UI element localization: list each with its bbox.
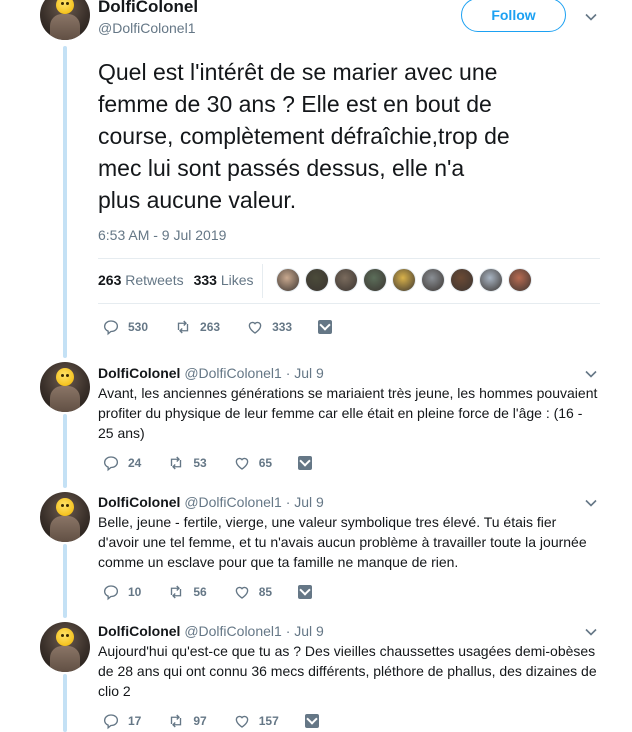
handle[interactable]: @DolfiColonel1: [184, 623, 281, 639]
reply-count: 530: [128, 320, 149, 334]
chevron-down-icon[interactable]: [585, 11, 597, 23]
chevron-down-icon[interactable]: [585, 368, 597, 380]
handle[interactable]: @DolfiColonel1: [98, 20, 195, 36]
liker-avatar[interactable]: [479, 268, 503, 292]
engagement-stats: 263 Retweets 333 Likes: [98, 272, 254, 288]
reply-icon: [103, 585, 119, 601]
avatar[interactable]: [40, 492, 90, 542]
heart-icon: [235, 457, 249, 470]
liker-avatar[interactable]: [276, 268, 300, 292]
likers-avatars: [276, 268, 532, 292]
liker-avatar[interactable]: [305, 268, 329, 292]
handle[interactable]: @DolfiColonel1: [184, 365, 281, 381]
tweet-actions: 530 263 333: [102, 318, 333, 336]
chevron-down-icon[interactable]: [585, 626, 597, 638]
tweet-date[interactable]: · Jul 9: [286, 494, 324, 510]
retweet-count: 56: [193, 585, 207, 599]
like-action[interactable]: 333: [246, 318, 292, 336]
tweet-actions: 24 53 65: [102, 454, 313, 472]
like-action[interactable]: 65: [233, 454, 272, 472]
reply-count: 17: [128, 714, 142, 728]
retweet-action[interactable]: 53: [167, 454, 207, 472]
liker-avatar[interactable]: [450, 268, 474, 292]
display-name[interactable]: DolfiColonel: [98, 0, 198, 17]
reply-action[interactable]: 24: [102, 454, 141, 472]
tweet-date[interactable]: · Jul 9: [286, 623, 324, 639]
like-count: 157: [258, 714, 279, 728]
tweet-actions: 17 97 157: [102, 712, 319, 730]
thread-line: [63, 414, 67, 488]
liker-avatar[interactable]: [508, 268, 532, 292]
liker-avatar[interactable]: [363, 268, 387, 292]
tweet-text: Belle, jeune - fertile, vierge, une vale…: [98, 514, 587, 570]
like-count: 65: [258, 456, 273, 470]
tweet-text: Quel est l'intérêt de se marier avec une…: [98, 59, 510, 213]
display-name[interactable]: DolfiColonel: [98, 623, 180, 639]
tweet-header: DolfiColonel @DolfiColonel1 · Jul 9: [98, 623, 324, 639]
reply-action[interactable]: 10: [102, 583, 141, 601]
likes-stat[interactable]: 333 Likes: [194, 272, 254, 288]
tweet-header: DolfiColonel @DolfiColonel1 · Jul 9: [98, 365, 324, 381]
follow-button[interactable]: Follow: [461, 0, 566, 32]
retweets-label: Retweets: [125, 272, 184, 288]
liker-avatar[interactable]: [392, 268, 416, 292]
reply-icon: [103, 320, 119, 336]
reply-icon: [103, 456, 119, 472]
heart-icon: [235, 586, 249, 599]
tweet-date[interactable]: · Jul 9: [286, 365, 324, 381]
retweet-icon: [171, 456, 182, 470]
direct-message-icon[interactable]: [298, 456, 313, 470]
reply-count: 10: [128, 585, 142, 599]
display-name[interactable]: DolfiColonel: [98, 365, 180, 381]
avatar[interactable]: [40, 0, 90, 40]
divider: [98, 303, 600, 304]
direct-message-icon[interactable]: [318, 320, 333, 334]
stats-separator: [262, 264, 263, 298]
retweet-action[interactable]: 263: [174, 318, 220, 336]
retweet-icon: [171, 714, 182, 728]
direct-message-icon[interactable]: [298, 585, 313, 599]
reply-action[interactable]: 17: [102, 712, 141, 730]
direct-message-icon[interactable]: [304, 714, 319, 728]
retweet-count: 263: [200, 320, 221, 334]
divider: [98, 258, 600, 259]
tweet-actions: 10 56 85: [102, 583, 313, 601]
avatar[interactable]: [40, 622, 90, 672]
liker-avatar[interactable]: [334, 268, 358, 292]
like-action[interactable]: 85: [233, 583, 272, 601]
tweet-header: DolfiColonel @DolfiColonel1 · Jul 9: [98, 494, 324, 510]
chevron-down-icon[interactable]: [585, 497, 597, 509]
retweet-action[interactable]: 97: [167, 712, 207, 730]
liker-avatar[interactable]: [421, 268, 445, 292]
tweet-text: Aujourd'hui qu'est-ce que tu as ? Des vi…: [98, 643, 597, 699]
retweets-count: 263: [98, 272, 122, 288]
avatar[interactable]: [40, 362, 90, 412]
retweet-icon: [171, 585, 182, 599]
tweet-text: Avant, les anciennes générations se mari…: [98, 385, 598, 441]
display-name[interactable]: DolfiColonel: [98, 494, 180, 510]
retweet-icon: [177, 320, 189, 334]
likes-count: 333: [193, 272, 217, 288]
heart-icon: [235, 715, 249, 728]
like-action[interactable]: 157: [233, 712, 279, 730]
likes-label: Likes: [220, 272, 254, 288]
retweets-stat[interactable]: 263 Retweets: [98, 272, 184, 288]
retweet-count: 53: [193, 456, 207, 470]
reply-action[interactable]: 530: [102, 318, 148, 336]
thread-line: [63, 544, 67, 618]
like-count: 333: [272, 320, 293, 334]
retweet-count: 97: [193, 714, 207, 728]
heart-icon: [248, 321, 262, 334]
reply-count: 24: [128, 456, 142, 470]
handle[interactable]: @DolfiColonel1: [184, 494, 281, 510]
thread-line: [63, 674, 67, 732]
reply-icon: [103, 714, 119, 730]
tweet-timestamp[interactable]: 6:53 AM - 9 Jul 2019: [98, 227, 226, 243]
thread-line: [63, 46, 67, 358]
retweet-action[interactable]: 56: [167, 583, 207, 601]
like-count: 85: [258, 585, 273, 599]
